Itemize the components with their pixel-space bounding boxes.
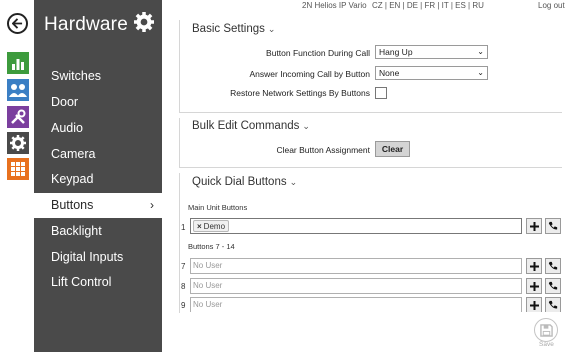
row-number: 8	[181, 282, 186, 291]
quick-dial-title[interactable]: Quick Dial Buttons ⌄	[192, 176, 297, 188]
answer-call-label: Answer Incoming Call by Button	[249, 69, 370, 79]
tools-icon[interactable]	[7, 106, 29, 128]
basic-settings-title[interactable]: Basic Settings ⌄	[192, 23, 275, 35]
sidebar-item-switches[interactable]: Switches	[34, 64, 162, 89]
language-selector[interactable]: CZ | EN | DE | FR | IT | ES | RU	[372, 1, 484, 10]
add-button[interactable]	[526, 297, 542, 312]
answer-call-select[interactable]: None ⌄	[375, 66, 488, 80]
main-unit-label: Main Unit Buttons	[188, 203, 248, 212]
quick-dial-input[interactable]: × Demo	[190, 218, 522, 234]
chevron-down-icon: ⌄	[302, 121, 310, 131]
plus-icon	[529, 300, 539, 310]
restore-network-label: Restore Network Settings By Buttons	[230, 88, 370, 98]
quick-dial-input[interactable]: No User	[190, 278, 522, 294]
sidebar-item-door[interactable]: Door	[34, 90, 162, 115]
user-tag[interactable]: × Demo	[193, 220, 230, 232]
phone-icon	[548, 300, 558, 309]
sidebar-title: Hardware	[44, 14, 128, 35]
section-title-text: Bulk Edit Commands	[192, 120, 300, 132]
restore-network-checkbox[interactable]	[375, 87, 387, 99]
button-group-label: Buttons 7 - 14	[188, 242, 235, 251]
sidebar-item-digital-inputs[interactable]: Digital Inputs	[34, 245, 162, 270]
sidebar-item-keypad[interactable]: Keypad	[34, 167, 162, 192]
users-icon[interactable]	[7, 79, 29, 101]
chevron-down-icon: ⌄	[267, 24, 276, 34]
phone-icon	[548, 261, 558, 270]
phone-icon	[548, 221, 558, 230]
row-number: 9	[181, 301, 186, 310]
sidebar-item-label: Buttons	[51, 198, 94, 212]
quick-dial-input[interactable]: No User	[190, 297, 522, 312]
button-function-label: Button Function During Call	[266, 48, 370, 58]
bulk-edit-title[interactable]: Bulk Edit Commands ⌄	[192, 120, 310, 132]
row-number: 7	[181, 262, 186, 271]
section-title-text: Quick Dial Buttons	[192, 176, 287, 188]
module-icon-column	[0, 0, 34, 352]
section-title-text: Basic Settings	[192, 23, 265, 35]
plus-icon	[529, 281, 539, 291]
select-value: Hang Up	[379, 47, 413, 57]
add-button[interactable]	[526, 218, 542, 234]
clear-assignment-label: Clear Button Assignment	[276, 145, 370, 155]
plus-icon	[529, 221, 539, 231]
sidebar-item-camera[interactable]: Camera	[34, 142, 162, 167]
select-value: None	[379, 68, 400, 78]
save-label: Save	[539, 341, 554, 348]
gear-icon	[134, 12, 154, 37]
button-function-select[interactable]: Hang Up ⌄	[375, 45, 488, 59]
chevron-right-icon: ›	[150, 198, 154, 212]
clear-button[interactable]: Clear	[375, 141, 410, 157]
back-arrow-icon[interactable]	[7, 13, 28, 34]
tag-label: Demo	[203, 222, 226, 231]
chevron-down-icon: ⌄	[289, 177, 298, 187]
sidebar: Hardware Switches Door Audio Camera Keyp…	[34, 0, 162, 352]
call-button[interactable]	[545, 278, 561, 294]
call-button[interactable]	[545, 218, 561, 234]
sidebar-item-backlight[interactable]: Backlight	[34, 219, 162, 244]
call-button[interactable]	[545, 297, 561, 312]
chevron-down-icon: ⌄	[477, 68, 484, 77]
call-button[interactable]	[545, 258, 561, 274]
remove-icon[interactable]: ×	[197, 222, 202, 231]
floppy-disk-icon	[539, 323, 553, 337]
sidebar-item-buttons[interactable]: Buttons ›	[34, 193, 162, 218]
phone-icon	[548, 281, 558, 290]
gear-icon[interactable]	[7, 132, 29, 154]
grid-icon[interactable]	[7, 158, 29, 180]
add-button[interactable]	[526, 258, 542, 274]
chevron-down-icon: ⌄	[477, 47, 484, 56]
device-name: 2N Helios IP Vario	[302, 1, 367, 10]
sidebar-item-audio[interactable]: Audio	[34, 116, 162, 141]
quick-dial-input[interactable]: No User	[190, 258, 522, 274]
row-number: 1	[181, 223, 186, 232]
bar-chart-icon[interactable]	[7, 52, 29, 74]
sidebar-item-lift-control[interactable]: Lift Control	[34, 270, 162, 295]
save-button[interactable]	[534, 318, 558, 342]
add-button[interactable]	[526, 278, 542, 294]
plus-icon	[529, 261, 539, 271]
logout-link[interactable]: Log out	[538, 1, 565, 10]
